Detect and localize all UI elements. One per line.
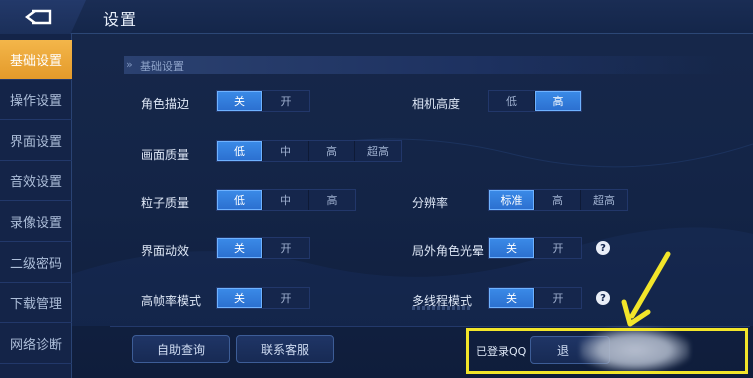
resolution-label: 分辨率 (412, 196, 449, 210)
quality-option-mid[interactable]: 中 (263, 141, 309, 161)
contact-support-button[interactable]: 联系客服 (236, 335, 334, 363)
multithread-option-off[interactable]: 关 (489, 288, 535, 308)
outline-toggle: 关 开 (216, 90, 310, 112)
ui-anim-toggle: 关 开 (216, 237, 310, 259)
multithread-subnote (412, 306, 472, 310)
outline-option-on[interactable]: 开 (263, 91, 309, 111)
particles-option-low[interactable]: 低 (217, 190, 263, 210)
outline-label: 角色描边 (141, 97, 190, 111)
quality-selector: 低 中 高 超高 (216, 140, 402, 162)
section-title: 基础设置 (140, 60, 184, 73)
particles-selector: 低 中 高 (216, 189, 356, 211)
back-arrow-icon (25, 9, 52, 25)
annotation-arrow-icon (621, 251, 671, 327)
ui-anim-option-off[interactable]: 关 (217, 238, 263, 258)
annotation-highlight-box (466, 328, 748, 374)
multithread-toggle: 关 开 (488, 287, 582, 309)
sidebar-item-network[interactable]: 网络诊断 (0, 324, 72, 364)
page-title: 设置 (103, 10, 138, 29)
sidebar-item-basic[interactable]: 基础设置 (0, 40, 72, 80)
ui-anim-option-on[interactable]: 开 (263, 238, 309, 258)
quality-option-high[interactable]: 高 (309, 141, 355, 161)
sidebar-item-replay[interactable]: 录像设置 (0, 202, 72, 242)
halo-label: 局外角色光晕 (412, 244, 485, 258)
top-header: 设置 (0, 0, 753, 34)
ui-anim-label: 界面动效 (141, 244, 190, 258)
chevron-right-icon: » (126, 58, 133, 71)
hfr-label: 高帧率模式 (141, 294, 202, 308)
back-button[interactable] (0, 0, 86, 34)
self-query-button[interactable]: 自助查询 (132, 335, 230, 363)
camera-option-high[interactable]: 高 (535, 91, 581, 111)
quality-option-low[interactable]: 低 (217, 141, 263, 161)
particles-label: 粒子质量 (141, 196, 190, 210)
resolution-option-ultra[interactable]: 超高 (581, 190, 627, 210)
hfr-option-on[interactable]: 开 (263, 288, 309, 308)
particles-option-mid[interactable]: 中 (263, 190, 309, 210)
multithread-help-icon[interactable]: ? (596, 291, 610, 305)
resolution-option-high[interactable]: 高 (535, 190, 581, 210)
resolution-option-standard[interactable]: 标准 (489, 190, 535, 210)
camera-option-low[interactable]: 低 (489, 91, 535, 111)
sidebar-item-audio[interactable]: 音效设置 (0, 161, 72, 201)
multithread-option-on[interactable]: 开 (535, 288, 581, 308)
settings-screen: 设置 基础设置 操作设置 界面设置 音效设置 录像设置 二级密码 下载管理 网络… (0, 0, 753, 378)
settings-sidebar: 基础设置 操作设置 界面设置 音效设置 录像设置 二级密码 下载管理 网络诊断 (0, 34, 72, 378)
quality-option-ultra[interactable]: 超高 (355, 141, 401, 161)
hfr-option-off[interactable]: 关 (217, 288, 263, 308)
resolution-selector: 标准 高 超高 (488, 189, 628, 211)
hfr-toggle: 关 开 (216, 287, 310, 309)
particles-option-high[interactable]: 高 (309, 190, 355, 210)
camera-label: 相机高度 (412, 97, 461, 111)
halo-option-off[interactable]: 关 (489, 238, 535, 258)
halo-option-on[interactable]: 开 (535, 238, 581, 258)
halo-toggle: 关 开 (488, 237, 582, 259)
outline-option-off[interactable]: 关 (217, 91, 263, 111)
sidebar-item-downloads[interactable]: 下载管理 (0, 283, 72, 323)
quality-label: 画面质量 (141, 148, 190, 162)
camera-toggle: 低 高 (488, 90, 582, 112)
sidebar-item-password[interactable]: 二级密码 (0, 243, 72, 283)
halo-help-icon[interactable]: ? (596, 241, 610, 255)
sidebar-item-controls[interactable]: 操作设置 (0, 80, 72, 120)
section-header: » 基础设置 (124, 56, 724, 74)
sidebar-item-interface[interactable]: 界面设置 (0, 121, 72, 161)
